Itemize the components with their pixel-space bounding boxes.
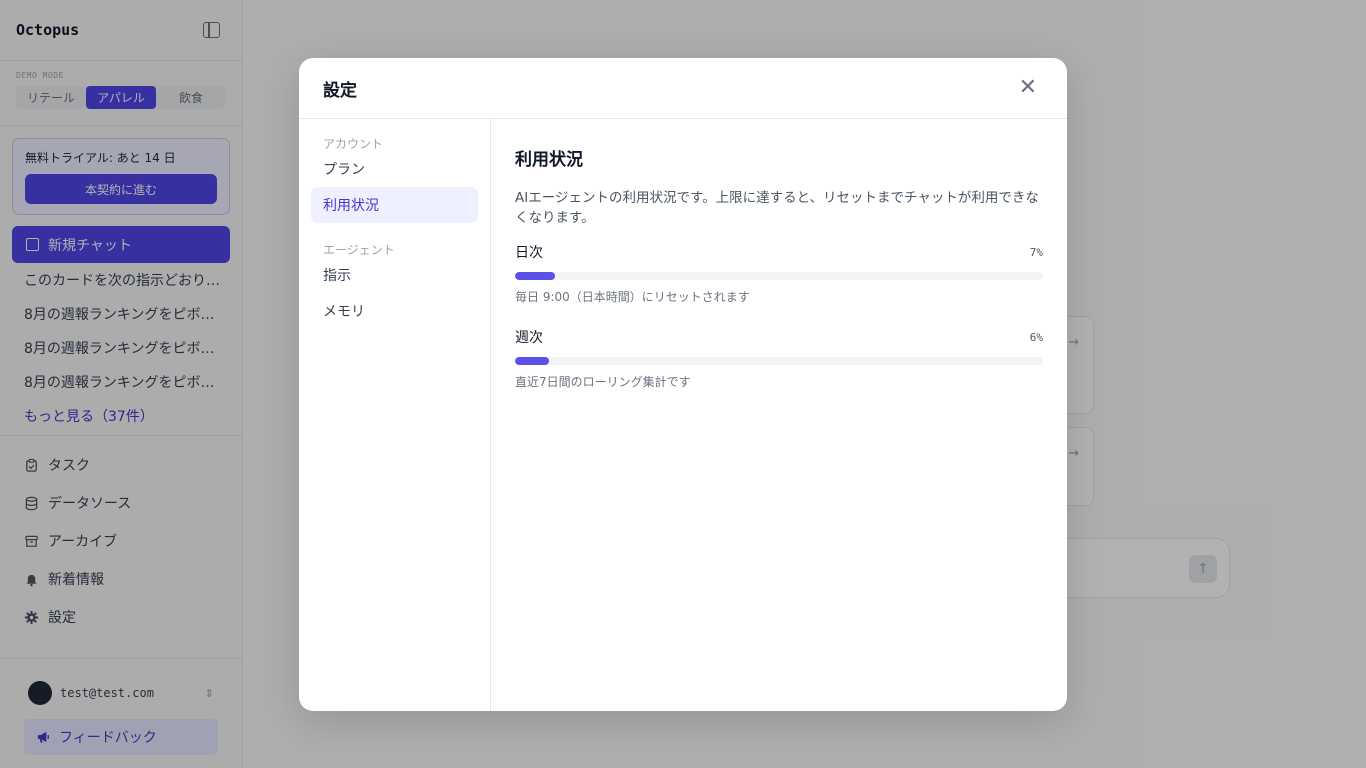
- usage-percent: 6%: [1029, 330, 1043, 344]
- section-title: 利用状況: [515, 150, 583, 170]
- modal-body: アカウント プラン 利用状況 エージェント 指示 メモリ 利用状況 AIエージェ…: [299, 119, 1067, 711]
- progress-bar: [515, 357, 1043, 365]
- progress-fill: [515, 357, 550, 365]
- modal-header: 設定 ✕: [299, 58, 1067, 119]
- settings-content: 利用状況 AIエージェントの利用状況です。上限に達すると、リセットまでチャットが…: [491, 119, 1067, 711]
- section-description: AIエージェントの利用状況です。上限に達すると、リセットまでチャットが利用できな…: [515, 190, 1039, 226]
- settings-nav-usage[interactable]: 利用状況: [311, 187, 478, 223]
- modal-title: 設定: [323, 80, 357, 101]
- progress-fill: [515, 272, 555, 280]
- usage-weekly: 週次 6% 直近7日間のローリング集計です: [515, 327, 1043, 390]
- settings-nav-instructions[interactable]: 指示: [311, 257, 478, 293]
- close-icon[interactable]: ✕: [1019, 77, 1037, 99]
- usage-percent: 7%: [1029, 245, 1043, 259]
- settings-modal: 設定 ✕ アカウント プラン 利用状況 エージェント 指示 メモリ 利用状況 A…: [299, 58, 1067, 711]
- progress-bar: [515, 272, 1043, 280]
- usage-label: 日次: [515, 245, 543, 261]
- settings-nav: アカウント プラン 利用状況 エージェント 指示 メモリ: [299, 119, 491, 711]
- usage-daily: 日次 7% 毎日 9:00（日本時間）にリセットされます: [515, 242, 1043, 305]
- nav-section-heading: アカウント: [323, 137, 384, 151]
- usage-note: 直近7日間のローリング集計です: [515, 375, 691, 389]
- usage-label: 週次: [515, 330, 543, 346]
- usage-note: 毎日 9:00（日本時間）にリセットされます: [515, 290, 750, 304]
- settings-nav-plan[interactable]: プラン: [311, 151, 478, 187]
- settings-nav-memory[interactable]: メモリ: [311, 293, 478, 329]
- nav-section-heading: エージェント: [323, 243, 395, 257]
